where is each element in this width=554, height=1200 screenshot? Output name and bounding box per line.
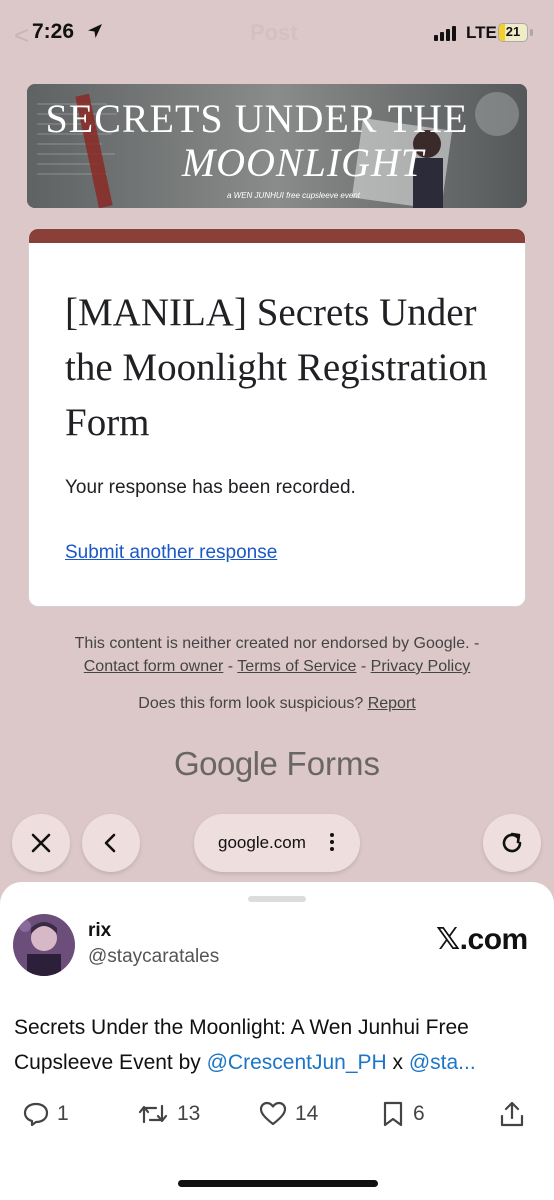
banner-title: SECRETS UNDER THE: [45, 96, 469, 141]
banner-caption: a WEN JUNHUI free cupsleeve event: [227, 191, 360, 200]
tweet-actions: 1 13 14 6: [0, 1100, 554, 1136]
mention-link[interactable]: @sta...: [409, 1051, 476, 1074]
network-type: LTE: [466, 23, 497, 42]
suspicious-text: Does this form look suspicious?: [138, 695, 368, 712]
chevron-left-icon: [104, 833, 116, 853]
tweet-text-prefix: Cupsleeve Event by: [14, 1051, 207, 1074]
like-count: 14: [295, 1102, 319, 1125]
retweet-icon: [138, 1104, 168, 1124]
mention-link[interactable]: @CrescentJun_PH: [207, 1051, 387, 1074]
share-icon: [500, 1101, 524, 1127]
back-ghost-icon: <: [14, 20, 30, 50]
reply-count: 1: [57, 1102, 69, 1125]
tweet-text-line2: Cupsleeve Event by @CrescentJun_PH x @st…: [14, 1045, 476, 1080]
contact-owner-link[interactable]: Contact form owner: [84, 658, 224, 675]
tweet-text-mid: x: [386, 1051, 409, 1074]
terms-link[interactable]: Terms of Service: [237, 658, 356, 675]
tweet-sheet: rix @staycaratales 𝕏.com Secrets Under t…: [0, 882, 554, 1200]
form-disclaimer: This content is neither created nor endo…: [0, 632, 554, 678]
reload-button[interactable]: [483, 814, 541, 872]
confirmation-card: [MANILA] Secrets Under the Moonlight Reg…: [29, 229, 525, 606]
bookmark-icon: [383, 1101, 403, 1127]
banner-subtitle: MOONLIGHT: [181, 140, 425, 185]
location-arrow-icon: [88, 24, 102, 38]
browser-back-button[interactable]: [82, 814, 140, 872]
tweet-text-line1: Secrets Under the Moonlight: A Wen Junhu…: [14, 1016, 469, 1039]
share-button[interactable]: [498, 1100, 526, 1128]
status-bar: < Post 7:26 LTE 21: [0, 0, 554, 68]
separator: -: [223, 658, 238, 675]
google-wordmark: Google: [173, 745, 278, 782]
url-bar[interactable]: google.com: [194, 814, 360, 872]
suspicious-line: Does this form look suspicious? Report: [0, 695, 554, 713]
cell-signal-icon: [434, 26, 456, 41]
bookmark-count: 6: [413, 1102, 425, 1125]
privacy-link[interactable]: Privacy Policy: [371, 658, 471, 675]
form-title: [MANILA] Secrets Under the Moonlight Reg…: [65, 291, 488, 444]
avatar[interactable]: [13, 914, 75, 976]
sheet-grabber[interactable]: [248, 896, 306, 902]
home-indicator: [178, 1180, 378, 1187]
x-brand-logo: 𝕏.com: [436, 923, 528, 956]
retweet-count: 13: [177, 1102, 201, 1125]
heart-icon: [259, 1101, 287, 1126]
url-text: google.com: [218, 833, 306, 852]
close-browser-button[interactable]: [12, 814, 70, 872]
battery-nub: [530, 29, 533, 36]
tweet-author-name[interactable]: rix: [88, 920, 111, 942]
response-recorded-message: Your response has been recorded.: [65, 477, 356, 498]
separator: -: [356, 658, 371, 675]
event-banner: SECRETS UNDER THE MOONLIGHT a WEN JUNHUI…: [27, 84, 527, 208]
forms-wordmark: Forms: [277, 745, 381, 782]
reply-icon: [23, 1102, 49, 1127]
disclaimer-text: This content is neither created nor endo…: [74, 635, 480, 652]
status-time: 7:26: [32, 20, 75, 43]
reload-icon: [502, 832, 522, 853]
battery-level: 21: [505, 24, 521, 39]
like-button[interactable]: 14: [258, 1100, 318, 1128]
tweet-author-handle[interactable]: @staycaratales: [88, 946, 219, 968]
bookmark-button[interactable]: 6: [380, 1100, 425, 1128]
google-forms-logo[interactable]: Google Forms: [0, 745, 554, 783]
retweet-button[interactable]: 13: [136, 1100, 200, 1128]
submit-another-response-link[interactable]: Submit another response: [65, 542, 277, 564]
close-icon: [31, 833, 51, 853]
report-link[interactable]: Report: [368, 695, 416, 712]
card-accent-bar: [29, 229, 525, 243]
post-title-ghost: Post: [250, 20, 298, 45]
reply-button[interactable]: 1: [22, 1100, 69, 1128]
more-options-icon[interactable]: [330, 833, 334, 851]
battery-icon: 21: [498, 23, 528, 42]
